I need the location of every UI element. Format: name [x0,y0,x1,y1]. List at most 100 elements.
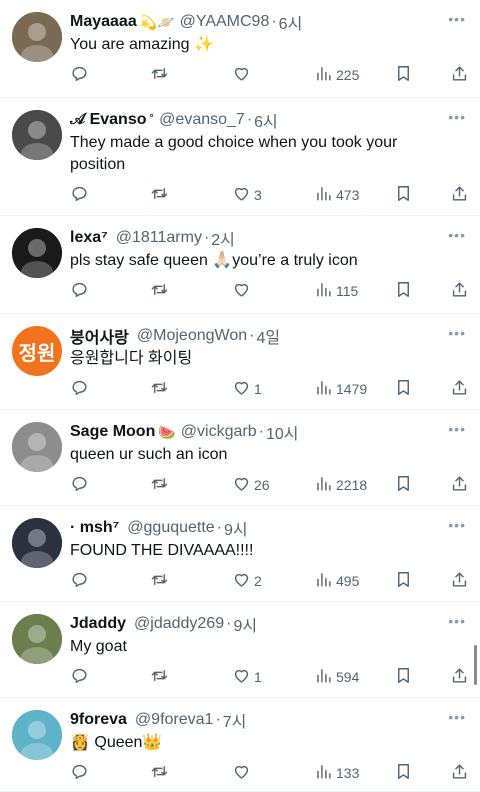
reply-button[interactable] [70,666,89,688]
reply-button[interactable] [70,184,89,206]
views-button[interactable]: 594 [314,666,359,688]
reply-item[interactable]: 9foreva @9foreva1 · 7시 ••• 👸 Queen👑 133 [0,698,480,792]
bookmark-button[interactable] [394,184,413,206]
share-button[interactable] [450,184,469,206]
bookmark-button[interactable] [394,570,413,592]
user-handle[interactable]: @MojeongWon [137,327,247,345]
more-icon[interactable]: ••• [448,228,466,242]
timestamp[interactable]: 2시 [211,227,235,249]
user-handle[interactable]: @9foreva1 [135,711,214,729]
avatar[interactable] [12,228,62,278]
share-button[interactable] [450,762,469,784]
user-handle[interactable]: @YAAMC98 [180,13,270,31]
like-icon [232,666,251,688]
views-button[interactable]: 473 [314,184,359,206]
bookmark-button[interactable] [394,666,413,688]
views-button[interactable]: 225 [314,64,359,86]
reply-button[interactable] [70,762,89,784]
retweet-button[interactable] [150,570,169,592]
timestamp[interactable]: 9시 [224,517,248,539]
avatar[interactable] [12,614,62,664]
user-handle[interactable]: @jdaddy269 [134,615,224,633]
display-name[interactable]: 붕어사랑 [70,325,129,347]
retweet-button[interactable] [150,474,169,496]
like-button[interactable]: 3 [232,184,262,206]
reply-item[interactable]: Mayaaaa 💫🪐 @YAAMC98 · 6시 ••• You are ama… [0,0,480,98]
reply-button[interactable] [70,570,89,592]
timestamp[interactable]: 6시 [279,11,303,33]
share-button[interactable] [450,280,469,302]
reply-button[interactable] [70,280,89,302]
user-handle[interactable]: @vickgarb [181,423,257,441]
avatar[interactable] [12,110,62,160]
more-icon[interactable]: ••• [448,614,466,628]
views-button[interactable]: 2218 [314,474,367,496]
display-name[interactable]: · msh⁷ [70,519,119,537]
like-button[interactable] [232,280,254,302]
more-icon[interactable]: ••• [448,12,466,26]
retweet-button[interactable] [150,666,169,688]
share-button[interactable] [450,474,469,496]
retweet-button[interactable] [150,280,169,302]
display-name[interactable]: Jdaddy [70,615,126,633]
more-icon[interactable]: ••• [448,710,466,724]
timestamp[interactable]: 9시 [233,613,257,635]
timestamp[interactable]: 10시 [266,421,299,443]
like-button[interactable]: 2 [232,570,262,592]
like-button[interactable] [232,762,254,784]
display-name[interactable]: 𝒜 Evanso [70,111,147,129]
avatar[interactable] [12,12,62,62]
like-button[interactable] [232,64,254,86]
user-handle[interactable]: @gguquette [127,519,214,537]
share-button[interactable] [450,666,469,688]
like-button[interactable]: 1 [232,378,262,400]
display-name[interactable]: lexa⁷ [70,229,108,247]
reply-item[interactable]: · msh⁷ @gguquette · 9시 ••• FOUND THE DIV… [0,506,480,602]
bookmark-button[interactable] [394,762,413,784]
reply-item[interactable]: lexa⁷ @1811army · 2시 ••• pls stay safe q… [0,216,480,314]
display-name[interactable]: 9foreva [70,711,127,729]
display-name[interactable]: Mayaaaa [70,13,137,31]
retweet-button[interactable] [150,64,169,86]
avatar[interactable] [12,710,62,760]
bookmark-button[interactable] [394,280,413,302]
like-button[interactable]: 1 [232,666,262,688]
more-icon[interactable]: ••• [448,326,466,340]
display-name[interactable]: Sage Moon [70,423,155,441]
reply-item[interactable]: 𝒜 Evanso ˚ @evanso_7 · 6시 ••• They made … [0,98,480,216]
user-handle[interactable]: @1811army [116,229,202,247]
share-button[interactable] [450,64,469,86]
bookmark-button[interactable] [394,378,413,400]
reply-item[interactable]: Sage Moon 🍉 @vickgarb · 10시 ••• queen ur… [0,410,480,506]
user-handle[interactable]: @evanso_7 [159,111,245,129]
avatar[interactable]: 정원 [12,326,62,376]
bookmark-button[interactable] [394,474,413,496]
reply-item[interactable]: 정원 붕어사랑 @MojeongWon · 4일 ••• 응원합니다 화이팅 1… [0,314,480,410]
more-icon[interactable]: ••• [448,422,466,436]
timestamp[interactable]: 6시 [254,109,278,131]
views-button[interactable]: 115 [314,280,358,302]
avatar[interactable] [12,422,62,472]
views-button[interactable]: 133 [314,762,359,784]
scrollbar[interactable] [474,645,477,685]
reply-button[interactable] [70,474,89,496]
like-button[interactable]: 26 [232,474,270,496]
action-bar: 1 594 [70,666,472,688]
share-button[interactable] [450,570,469,592]
views-button[interactable]: 1479 [314,378,367,400]
more-icon[interactable]: ••• [448,518,466,532]
reply-item[interactable]: Jdaddy @jdaddy269 · 9시 ••• My goat 1 594 [0,602,480,698]
timestamp[interactable]: 4일 [256,325,280,347]
bookmark-button[interactable] [394,64,413,86]
share-button[interactable] [450,378,469,400]
reply-button[interactable] [70,64,89,86]
more-icon[interactable]: ••• [448,110,466,124]
views-button[interactable]: 495 [314,570,359,592]
action-bar: 225 [70,64,472,86]
retweet-button[interactable] [150,378,169,400]
timestamp[interactable]: 7시 [223,709,247,731]
retweet-button[interactable] [150,184,169,206]
avatar[interactable] [12,518,62,568]
reply-button[interactable] [70,378,89,400]
retweet-button[interactable] [150,762,169,784]
